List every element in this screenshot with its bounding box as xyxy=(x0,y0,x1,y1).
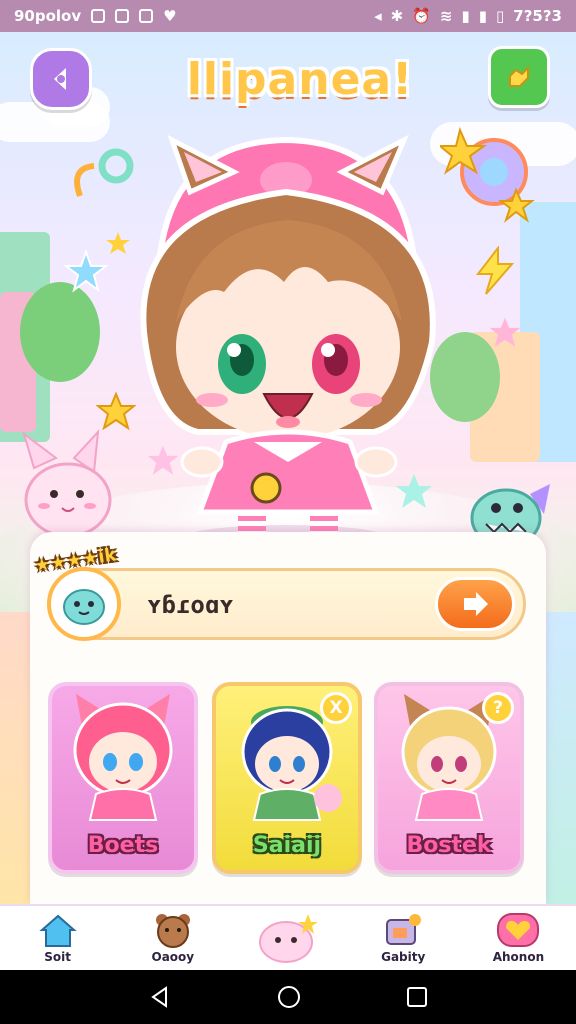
star-icon xyxy=(489,317,521,347)
nav-label-bear: Oaooy xyxy=(151,950,195,964)
nav-item-home[interactable]: Soit xyxy=(0,906,115,970)
settings-button[interactable] xyxy=(488,46,550,108)
back-icon xyxy=(54,68,66,90)
character-name-1: Boets xyxy=(87,833,159,858)
main-character-avatar xyxy=(140,134,436,550)
character-select-list: Boets X Saiaij ? Bostek xyxy=(48,682,528,878)
home-nav-icon[interactable] xyxy=(276,984,302,1010)
nav-item-shop[interactable]: Gabity xyxy=(346,906,461,970)
signal-icon-2: ▮ xyxy=(478,7,488,25)
nav-label-home: Soit xyxy=(44,950,71,964)
wifi-icon: ≋ xyxy=(439,7,453,25)
character-scene: llipanea! xyxy=(0,32,576,612)
status-bar: 90polov ♥ ◂ ✱ ⏰ ≋ ▮ ▮ ▯ 7?5?3 xyxy=(0,0,576,32)
lightning-icon xyxy=(475,246,515,295)
name-bar[interactable]: ʏɓɾoɑʏ xyxy=(47,567,526,641)
shop-icon xyxy=(386,914,422,945)
bluetooth-icon: ✱ xyxy=(390,7,404,25)
nav-item-pet[interactable] xyxy=(230,906,345,970)
battery-icon: ▯ xyxy=(496,7,505,25)
notification-icon xyxy=(91,9,106,23)
bunny-pet-icon xyxy=(22,429,112,538)
arrow-right-icon xyxy=(464,592,488,616)
mute-icon: ◂ xyxy=(374,7,382,25)
character-panel: ʏɓɾoɑʏ ★★★★ik Boets X Saiaij ? Bostek xyxy=(30,532,546,904)
nav-item-bear[interactable]: Oaooy xyxy=(115,906,230,970)
card-badge-3: ? xyxy=(482,692,514,724)
status-left-text: 90polov xyxy=(14,7,82,25)
heart-icon xyxy=(497,913,540,947)
nav-label-favorites: Ahonon xyxy=(492,950,545,964)
character-card-1[interactable]: Boets xyxy=(48,682,198,874)
notification-icon-3 xyxy=(139,9,154,23)
bottom-nav: Soit Oaooy Gabity Ahonon xyxy=(0,904,576,970)
character-card-3[interactable]: ? Bostek xyxy=(374,682,524,874)
side-decoration-right xyxy=(546,612,576,904)
recents-nav-icon[interactable] xyxy=(406,986,428,1008)
nav-label-shop: Gabity xyxy=(381,950,426,964)
character-card-2[interactable]: X Saiaij xyxy=(212,682,362,874)
home-icon xyxy=(38,914,77,947)
alarm-icon: ⏰ xyxy=(412,7,431,25)
back-button[interactable] xyxy=(30,48,92,110)
bear-icon xyxy=(155,914,190,948)
character-name-3: Bostek xyxy=(406,833,492,858)
back-nav-icon[interactable] xyxy=(148,985,172,1009)
settings-icon xyxy=(509,65,529,87)
character-name-2: Saiaij xyxy=(252,833,322,858)
character-name-input[interactable]: ʏɓɾoɑʏ xyxy=(147,591,234,619)
pet-avatar xyxy=(47,567,121,641)
blob-pet-icon xyxy=(63,589,105,625)
confirm-name-button[interactable] xyxy=(435,577,515,631)
nav-item-favorites[interactable]: Ahonon xyxy=(461,906,576,970)
notification-icon-2 xyxy=(115,9,130,23)
status-right-text: 7?5?3 xyxy=(513,7,562,25)
pet-blob-icon xyxy=(259,914,318,963)
game-title: llipanea! xyxy=(186,54,414,105)
signal-icon: ▮ xyxy=(461,7,470,25)
heart-notification-icon: ♥ xyxy=(163,7,177,25)
side-decoration-left xyxy=(0,612,30,904)
character-portrait-1 xyxy=(73,694,173,821)
system-nav-bar xyxy=(0,970,576,1024)
card-badge-2: X xyxy=(320,692,352,724)
